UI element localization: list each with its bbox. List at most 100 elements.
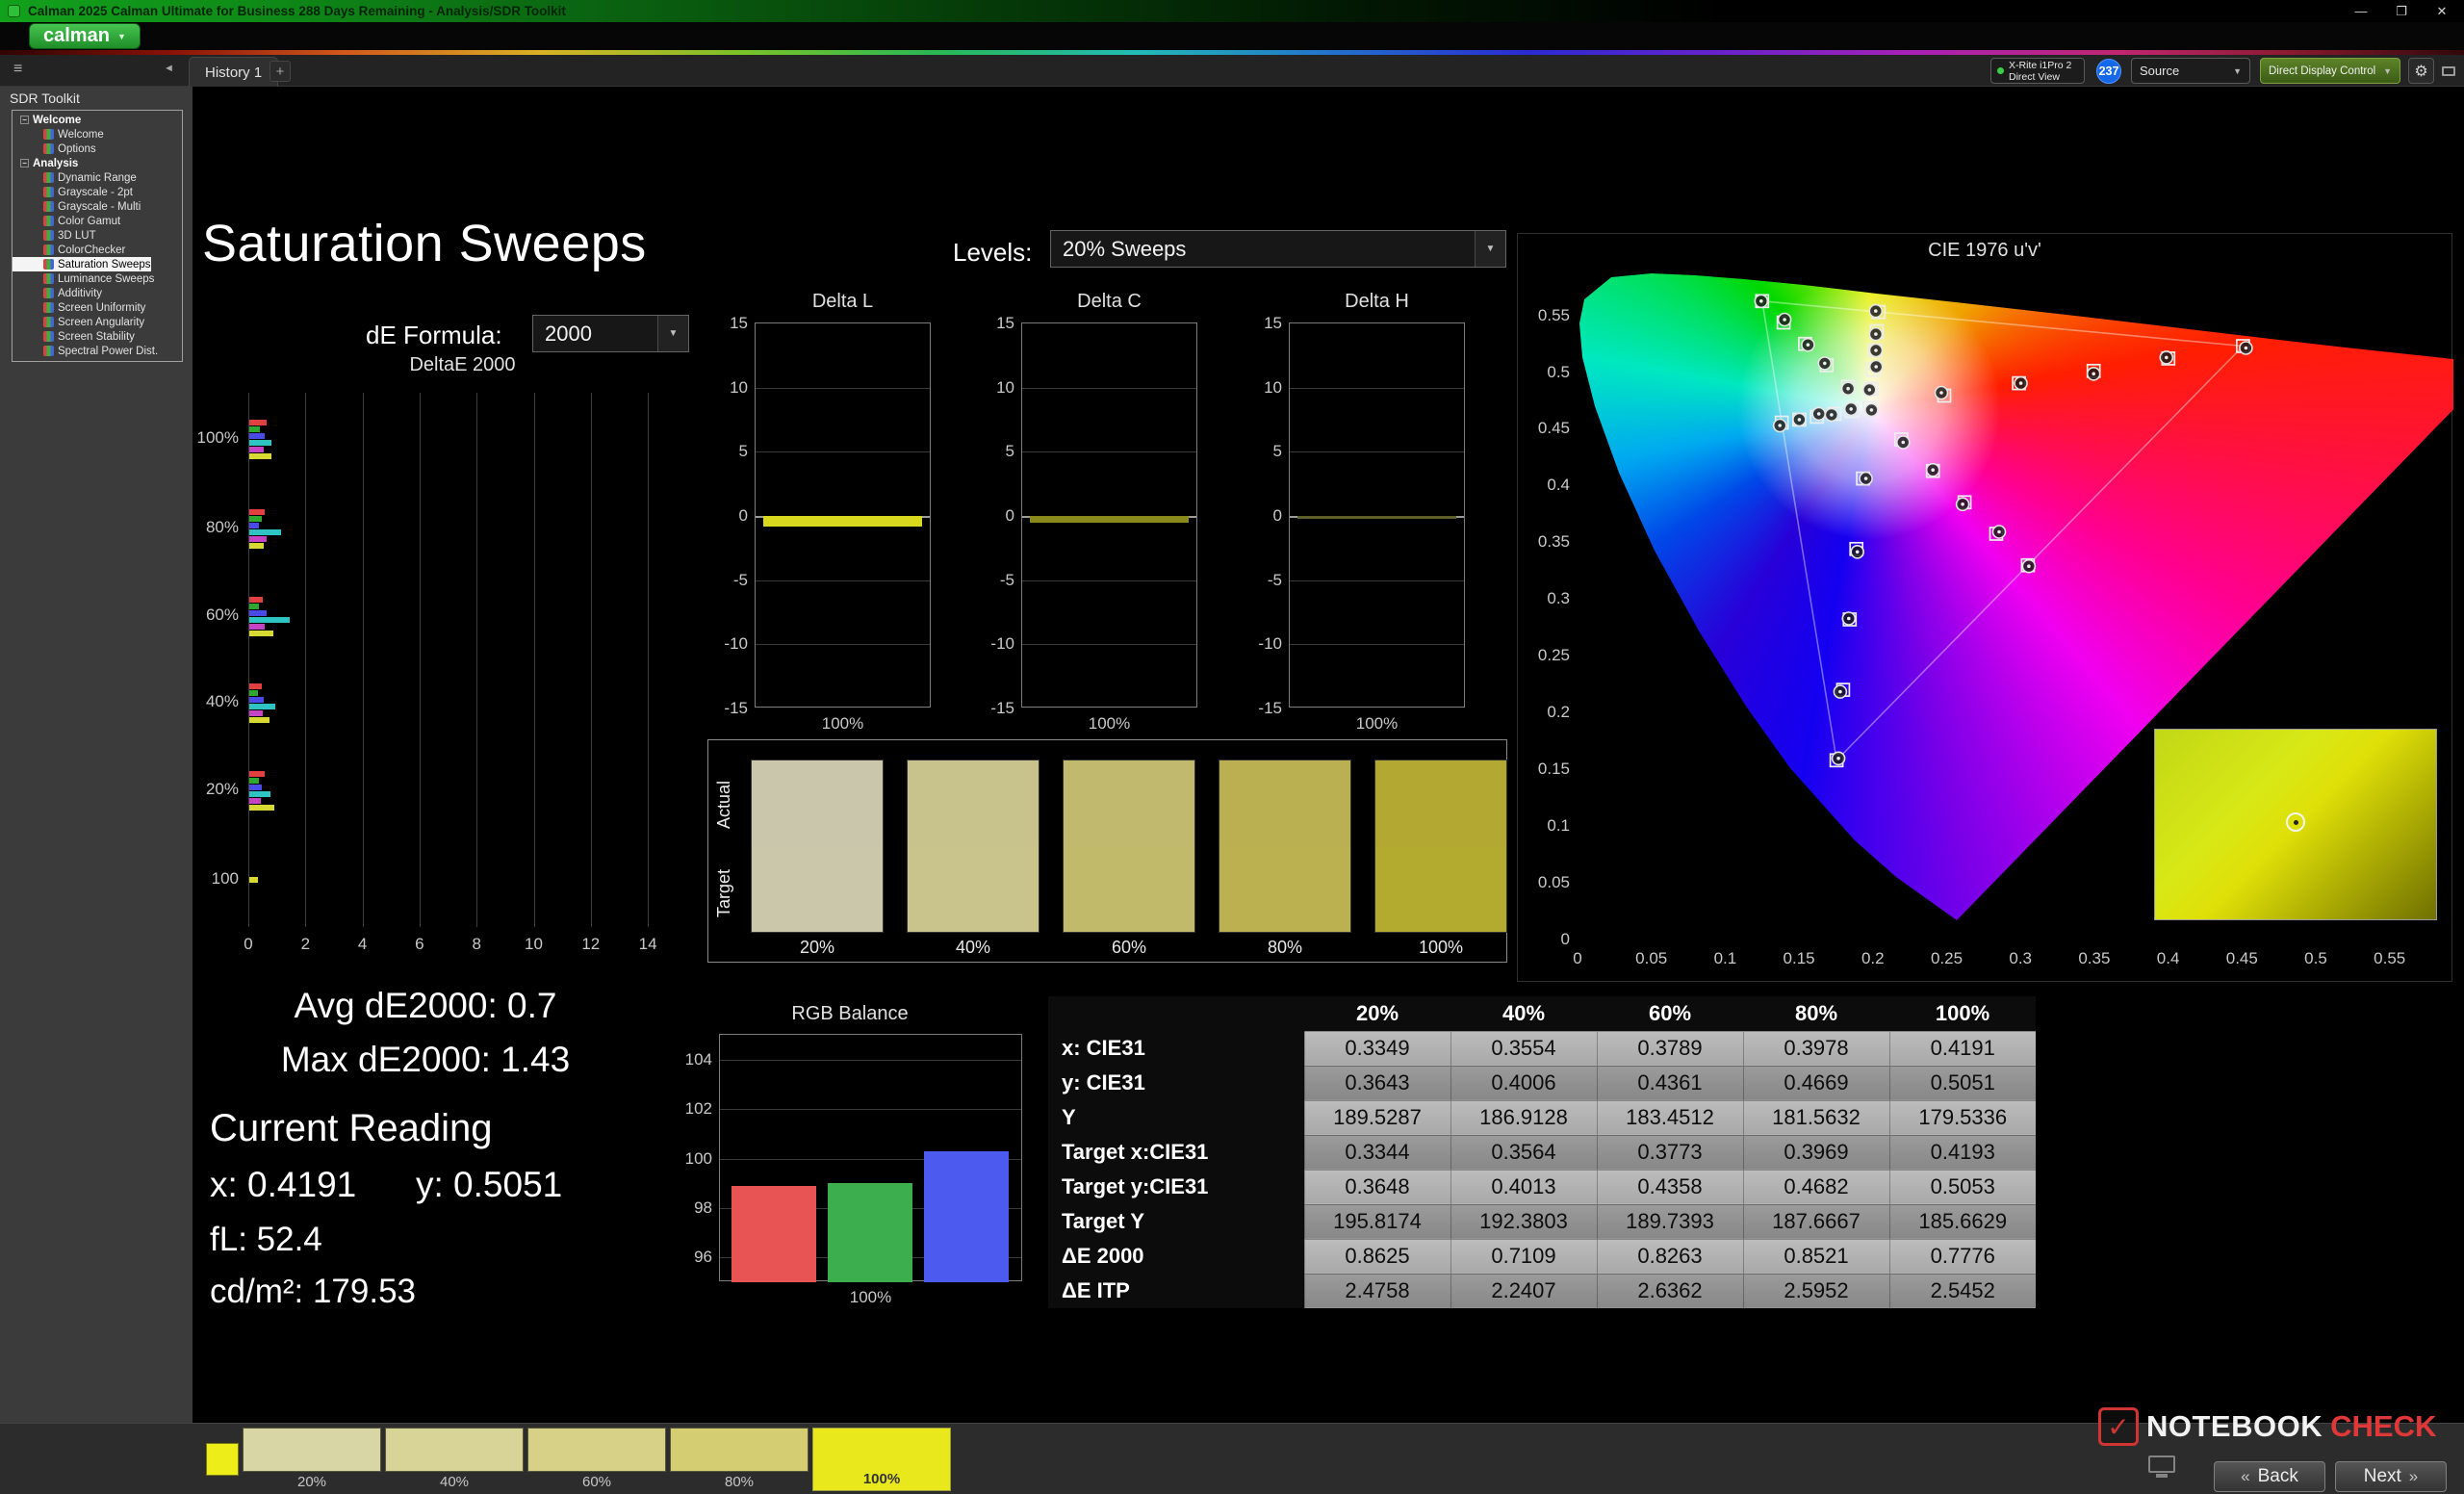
swatch-patch[interactable] — [1374, 760, 1507, 933]
source-select[interactable]: Source ▼ — [2131, 58, 2250, 84]
tab-bar: ≡ ◄ History 1 + X-Rite i1Pro 2 Direct Vi… — [0, 55, 2464, 87]
table-cell: 2.5452 — [1889, 1274, 2036, 1308]
table-corner-cell — [1048, 996, 1304, 1031]
yellow-measurement-60-dot — [1874, 348, 1878, 352]
calman-menu-button[interactable]: calman ▼ — [29, 23, 141, 49]
cie-panel: CIE 1976 u'v' 00.050.10.150.20.250.30.35… — [1517, 233, 2452, 982]
levels-select[interactable]: 20% Sweeps ▼ — [1050, 230, 1506, 268]
swatch-column: 100% — [1374, 760, 1507, 958]
x-tick-label: 12 — [567, 935, 615, 954]
patch-preview-chip[interactable] — [206, 1443, 239, 1476]
table-row-label: x: CIE31 — [1048, 1031, 1304, 1066]
patch-count-badge[interactable]: 237 — [2096, 59, 2121, 84]
meter-status-dot — [1997, 67, 2004, 74]
deltae-bar-yellow — [249, 631, 273, 636]
analysis-chart-icon — [43, 245, 54, 255]
swatch-patch[interactable] — [1219, 760, 1351, 933]
delta-bar — [1297, 516, 1456, 519]
sidebar-item-luminance-sweeps[interactable]: Luminance Sweeps — [13, 271, 154, 286]
sidebar-item-screen-angularity[interactable]: Screen Angularity — [13, 315, 144, 329]
thumbnail-100%[interactable]: 100% — [812, 1428, 951, 1491]
sidebar-item-3d-lut[interactable]: 3D LUT — [13, 228, 96, 243]
sidebar-item-grayscale-multi[interactable]: Grayscale - Multi — [13, 199, 141, 214]
window-title: Calman 2025 Calman Ultimate for Business… — [28, 4, 566, 18]
swatch-patch[interactable] — [751, 760, 884, 933]
deltae-bar-green — [249, 690, 258, 696]
grid-line — [1290, 580, 1464, 581]
sidebar-item-label: 3D LUT — [58, 230, 96, 242]
sidebar-item-saturation-sweeps[interactable]: Saturation Sweeps — [13, 257, 151, 271]
minimize-button[interactable]: — — [2352, 4, 2370, 19]
y-tick-label: 80% — [176, 518, 239, 537]
actual-label: Actual — [714, 763, 734, 846]
current-x: x: 0.4191 — [210, 1165, 356, 1205]
swatch-actual — [908, 760, 1039, 846]
sidebar-item-screen-uniformity[interactable]: Screen Uniformity — [13, 300, 145, 315]
deltae-bar-magenta — [249, 710, 263, 716]
analysis-chart-icon — [43, 172, 54, 183]
settings-gear-icon[interactable]: ⚙ — [2408, 58, 2434, 84]
green-measurement-20-dot — [1846, 387, 1850, 391]
sidebar-item-grayscale-2pt[interactable]: Grayscale - 2pt — [13, 185, 133, 199]
menu-icon[interactable]: ≡ — [13, 61, 22, 78]
maximize-button[interactable]: ❐ — [2393, 4, 2410, 19]
grid-line — [720, 1060, 1021, 1061]
blue-measurement-100-dot — [1836, 757, 1840, 760]
next-button[interactable]: Next » — [2335, 1461, 2447, 1492]
table-cell: 186.9128 — [1450, 1100, 1597, 1135]
de-formula-select[interactable]: 2000 ▼ — [532, 315, 689, 352]
swatch-patch[interactable] — [907, 760, 1040, 933]
table-cell: 2.6362 — [1597, 1274, 1743, 1308]
sidebar-item-spectral-power-dist[interactable]: Spectral Power Dist. — [13, 344, 158, 358]
thumbnail-60%[interactable]: 60% — [527, 1428, 666, 1491]
sidebar-item-additivity[interactable]: Additivity — [13, 286, 102, 300]
deltae-bar-blue — [249, 433, 265, 439]
monitor-icon[interactable] — [2148, 1455, 2175, 1478]
sidebar-item-options[interactable]: Options — [13, 142, 96, 156]
thumbnail-20%[interactable]: 20% — [243, 1428, 381, 1491]
thumbnail-strip: 20%40%60%80%100% — [243, 1428, 951, 1491]
back-button[interactable]: « Back — [2214, 1461, 2325, 1492]
delta-bar — [1030, 516, 1189, 523]
y-tick-label: 0.25 — [1520, 646, 1570, 665]
deltae-bar-cyan — [249, 440, 271, 446]
x-tick-label: 4 — [339, 935, 387, 954]
sidebar-item-welcome[interactable]: −Welcome — [13, 113, 81, 127]
sidebar-item-label: Saturation Sweeps — [58, 259, 151, 270]
tab-history-1[interactable]: History 1 — [189, 57, 278, 87]
chevron-down-icon: ▼ — [117, 32, 126, 41]
sidebar-collapse-icon[interactable]: ◄ — [164, 63, 174, 74]
add-tab-button[interactable]: + — [270, 61, 291, 82]
analysis-chart-icon — [43, 259, 54, 270]
notebookcheck-logo-icon: ✓ — [2098, 1407, 2139, 1446]
rgb-chart-title: RGB Balance — [676, 1003, 1024, 1025]
table-row: ΔE 20000.86250.71090.82630.85210.7776 — [1048, 1239, 2036, 1274]
swatch-patch[interactable] — [1063, 760, 1195, 933]
sidebar-item-welcome[interactable]: Welcome — [13, 127, 104, 142]
y-tick-label: 20% — [176, 780, 239, 799]
swatch-actual — [1375, 760, 1506, 846]
y-tick-label: 60% — [176, 605, 239, 625]
magenta-measurement-40-dot — [1931, 468, 1935, 472]
swatch-target — [1219, 846, 1350, 932]
sidebar-item-colorchecker[interactable]: ColorChecker — [13, 243, 125, 257]
display-icon[interactable] — [2438, 58, 2459, 84]
tree-collapse-icon[interactable]: − — [20, 116, 29, 124]
display-control-select[interactable]: Direct Display Control ▼ — [2260, 58, 2400, 84]
close-button[interactable]: ✕ — [2433, 4, 2451, 19]
next-label: Next — [2364, 1466, 2401, 1487]
y-tick-label: 0.2 — [1520, 703, 1570, 722]
sidebar-item-dynamic-range[interactable]: Dynamic Range — [13, 170, 137, 185]
meter-select[interactable]: X-Rite i1Pro 2 Direct View — [1990, 58, 2085, 84]
thumbnail-40%[interactable]: 40% — [385, 1428, 524, 1491]
deltae-bar-magenta — [249, 447, 264, 452]
tree-collapse-icon[interactable]: − — [20, 159, 29, 167]
thumbnail-80%[interactable]: 80% — [670, 1428, 808, 1491]
back-label: Back — [2258, 1466, 2298, 1487]
deltae-bar-red — [249, 683, 262, 689]
sidebar-item-analysis[interactable]: −Analysis — [13, 156, 78, 170]
table-cell: 0.7776 — [1889, 1239, 2036, 1274]
sidebar-item-color-gamut[interactable]: Color Gamut — [13, 214, 120, 228]
sidebar-item-screen-stability[interactable]: Screen Stability — [13, 329, 135, 344]
table-row-label: ΔE 2000 — [1048, 1239, 1304, 1274]
